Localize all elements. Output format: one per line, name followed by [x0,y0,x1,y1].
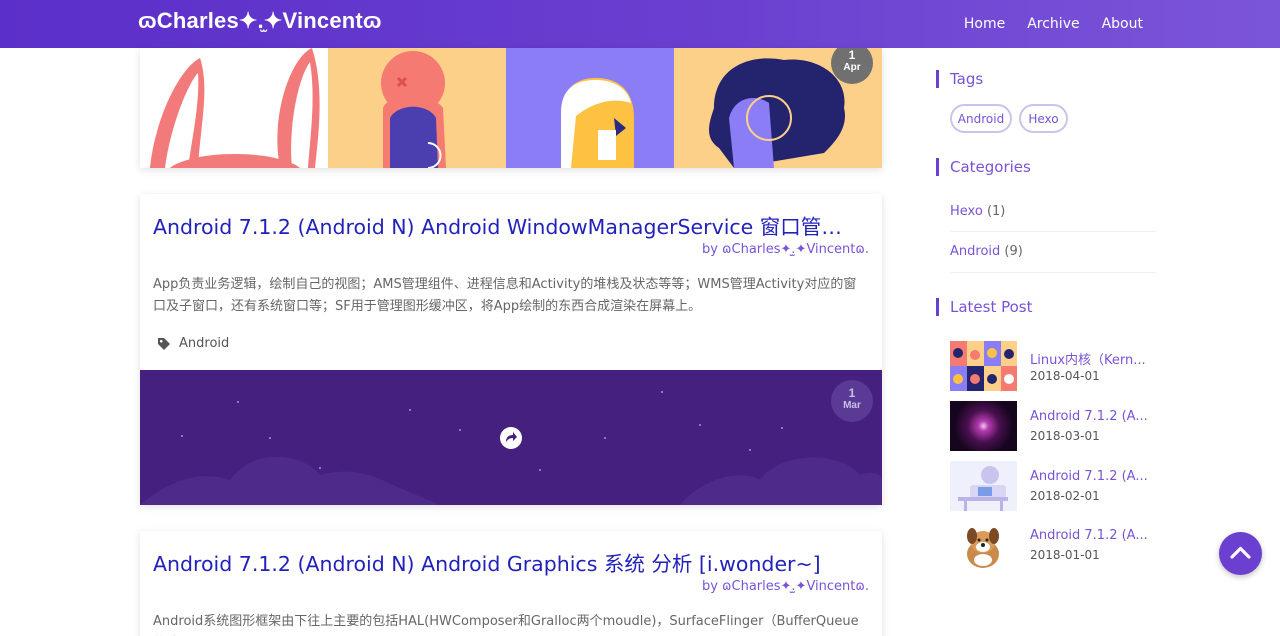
latest-post-thumbnail[interactable] [950,341,1017,391]
nav-about[interactable]: About [1102,16,1143,32]
sidebar-latest-heading: Latest Post [936,298,1033,316]
share-icon[interactable] [499,426,523,450]
latest-post-title[interactable]: Android 7.1.2 (A... [1030,469,1150,484]
post-cover-image[interactable]: 1 Mar [140,370,882,505]
sidebar-tag-hexo[interactable]: Hexo [1019,104,1068,133]
latest-post-title[interactable]: Linux内核（Kern... [1030,349,1150,368]
category-count: (1) [986,204,1006,219]
post-card: Android 7.1.2 (Android N) Android Window… [140,194,882,505]
post-title[interactable]: Android 7.1.2 (Android N) Android Window… [153,210,861,240]
tag-icon [158,337,170,350]
cover-panel-person-1 [328,48,506,168]
category-item-hexo[interactable]: Hexo (1) [950,204,1156,219]
latest-post-thumbnail[interactable] [950,401,1017,451]
category-count: (9) [1004,244,1023,259]
chevron-up-icon [1230,546,1251,559]
nav-archive[interactable]: Archive [1027,16,1079,32]
site-logo[interactable]: ɷCharles✦.̫✦Vincentɷ [138,8,382,34]
date-month: Apr [843,62,861,73]
post-excerpt: Android系统图形框架由下往上主要的包括HAL(HWComposer和Gra… [153,614,859,629]
workspace-illustration [958,466,1008,511]
post-excerpt: App负责业务逻辑，绘制自己的视图；AMS管理组件、进程信息和Activity的… [153,277,857,314]
latest-post-date: 2018-04-01 [1030,369,1100,383]
cover-panel-bunny [140,48,328,168]
latest-post-title[interactable]: Android 7.1.2 (A... [1030,409,1150,424]
bunny-illustration [150,48,320,168]
latest-post-thumbnail[interactable] [950,520,1017,570]
date-badge: 1 Mar [831,380,873,422]
person-illustration-1 [381,51,446,168]
cover-panel-person-2 [506,48,674,168]
divider [950,272,1156,273]
latest-post-thumbnail[interactable] [950,461,1017,511]
date-day: 1 [848,386,856,400]
post-title[interactable]: Android 7.1.2 (Android N) Android Graphi… [153,547,861,577]
dog-illustration [967,528,999,568]
post-tags: Android [157,336,229,351]
scroll-to-top-button[interactable] [1219,532,1262,575]
avatar-grid-illustration [950,341,1017,391]
category-name: Hexo [950,204,983,219]
person-illustration-2 [561,78,634,168]
category-name: Android [950,244,1001,259]
sidebar-tags-heading: Tags [936,70,983,88]
post-byline[interactable]: by ɷCharles✦.̫✦Vincentɷ. [702,579,869,594]
latest-post-date: 2018-03-01 [1030,429,1100,443]
sidebar-categories-heading: Categories [936,158,1031,176]
sidebar-tag-android[interactable]: Android [950,104,1012,133]
post-tag-link[interactable]: Android [179,336,229,351]
latest-post-title[interactable]: Android 7.1.2 (A... [1030,528,1150,543]
main-nav: Home Archive About [964,0,1143,48]
latest-post-date: 2018-01-01 [1030,548,1100,562]
category-item-android[interactable]: Android (9) [950,244,1156,259]
date-day: 1 [848,48,856,62]
post-cover-image[interactable]: 1 Apr [140,48,882,168]
divider [950,231,1156,232]
latest-post-date: 2018-02-01 [1030,489,1100,503]
post-byline[interactable]: by ɷCharles✦.̫✦Vincentɷ. [702,242,869,257]
post-card: Android 7.1.2 (Android N) Android Graphi… [140,531,882,636]
site-header: ɷCharles✦.̫✦Vincentɷ Home Archive About [0,0,1280,48]
nav-home[interactable]: Home [964,16,1005,32]
date-month: Mar [843,400,861,411]
